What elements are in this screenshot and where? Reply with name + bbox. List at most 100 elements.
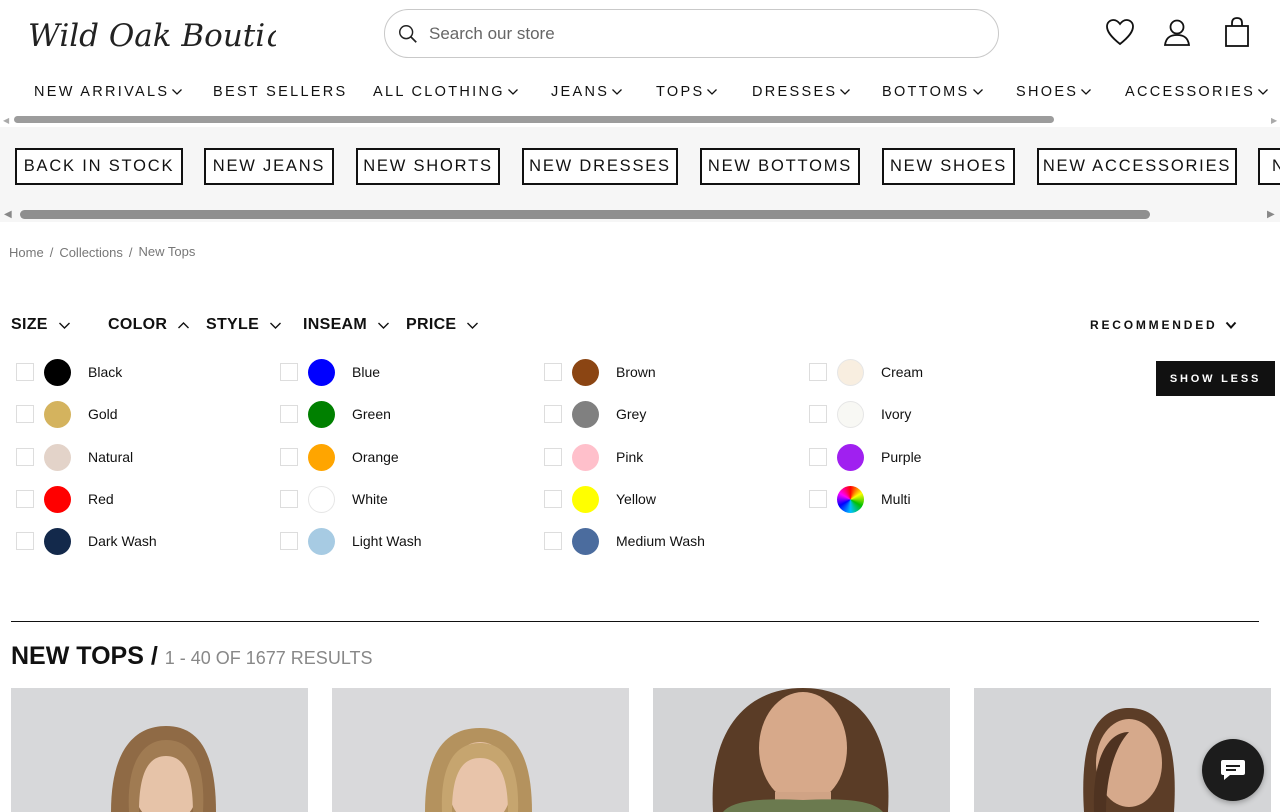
color-swatch[interactable] — [837, 485, 864, 513]
nav-dresses[interactable]: DRESSES — [752, 84, 851, 100]
checkbox[interactable] — [809, 490, 827, 508]
scroll-right-icon[interactable]: ▶ — [1267, 209, 1275, 220]
product-card[interactable] — [653, 688, 950, 812]
product-card[interactable] — [332, 688, 629, 812]
nav-jeans[interactable]: JEANS — [551, 84, 623, 100]
pill-new-jeans[interactable]: NEW JEANS — [204, 148, 334, 185]
color-swatch[interactable] — [308, 358, 335, 386]
color-option-purple[interactable]: Purple — [809, 443, 921, 471]
filter-inseam[interactable]: INSEAM — [303, 316, 390, 334]
nav-accessories[interactable]: ACCESSORIES — [1125, 84, 1269, 100]
color-option-medium-wash[interactable]: Medium Wash — [544, 527, 705, 555]
checkbox[interactable] — [16, 448, 34, 466]
color-swatch[interactable] — [308, 485, 335, 513]
pill-new-shoes[interactable]: NEW SHOES — [882, 148, 1015, 185]
color-option-light-wash[interactable]: Light Wash — [280, 527, 422, 555]
checkbox[interactable] — [280, 490, 298, 508]
checkbox[interactable] — [544, 490, 562, 508]
checkbox[interactable] — [809, 405, 827, 423]
scrollbar-thumb[interactable] — [14, 116, 1054, 123]
nav-best-sellers[interactable]: BEST SELLERS — [213, 84, 348, 100]
product-image[interactable] — [653, 688, 950, 812]
search-bar[interactable] — [384, 9, 999, 58]
color-option-orange[interactable]: Orange — [280, 443, 399, 471]
cart-button[interactable] — [1221, 14, 1253, 50]
search-input[interactable] — [429, 23, 949, 44]
color-swatch[interactable] — [837, 400, 864, 428]
store-logo[interactable]: Wild Oak Boutique — [26, 4, 323, 64]
scrollbar-thumb[interactable] — [20, 210, 1150, 219]
nav-tops[interactable]: TOPS — [656, 84, 718, 100]
checkbox[interactable] — [280, 448, 298, 466]
nav-shoes[interactable]: SHOES — [1016, 84, 1092, 100]
nav-new-arrivals[interactable]: NEW ARRIVALS — [34, 84, 183, 100]
checkbox[interactable] — [544, 405, 562, 423]
pills-scrollbar[interactable]: ◀ ▶ — [0, 207, 1280, 221]
color-option-red[interactable]: Red — [16, 485, 114, 513]
checkbox[interactable] — [544, 532, 562, 550]
filter-size[interactable]: SIZE — [11, 316, 71, 334]
checkbox[interactable] — [16, 405, 34, 423]
checkbox[interactable] — [280, 405, 298, 423]
color-option-multi[interactable]: Multi — [809, 485, 911, 513]
nav-bottoms[interactable]: BOTTOMS — [882, 84, 984, 100]
checkbox[interactable] — [16, 363, 34, 381]
color-option-gold[interactable]: Gold — [16, 400, 118, 428]
color-option-ivory[interactable]: Ivory — [809, 400, 911, 428]
scroll-right-icon[interactable]: ▶ — [1271, 116, 1277, 125]
color-swatch[interactable] — [44, 358, 71, 386]
color-swatch[interactable] — [837, 443, 864, 471]
breadcrumb-home[interactable]: Home — [9, 245, 44, 260]
product-card[interactable] — [11, 688, 308, 812]
color-swatch[interactable] — [44, 527, 71, 555]
nav-scrollbar[interactable]: ◀ ▶ — [0, 113, 1280, 127]
scroll-left-icon[interactable]: ◀ — [4, 209, 12, 220]
pill-new-shorts[interactable]: NEW SHORTS — [356, 148, 500, 185]
color-option-pink[interactable]: Pink — [544, 443, 643, 471]
checkbox[interactable] — [280, 363, 298, 381]
color-option-natural[interactable]: Natural — [16, 443, 133, 471]
checkbox[interactable] — [280, 532, 298, 550]
color-option-black[interactable]: Black — [16, 358, 122, 386]
checkbox[interactable] — [809, 448, 827, 466]
color-swatch[interactable] — [308, 400, 335, 428]
nav-all-clothing[interactable]: ALL CLOTHING — [373, 84, 519, 100]
pill-next[interactable]: N — [1258, 148, 1280, 185]
color-option-dark-wash[interactable]: Dark Wash — [16, 527, 157, 555]
color-option-blue[interactable]: Blue — [280, 358, 380, 386]
pill-back-in-stock[interactable]: BACK IN STOCK — [15, 148, 183, 185]
checkbox[interactable] — [809, 363, 827, 381]
color-swatch[interactable] — [572, 443, 599, 471]
checkbox[interactable] — [544, 448, 562, 466]
color-option-green[interactable]: Green — [280, 400, 391, 428]
pill-new-accessories[interactable]: NEW ACCESSORIES — [1037, 148, 1237, 185]
color-swatch[interactable] — [572, 358, 599, 386]
color-swatch[interactable] — [572, 527, 599, 555]
color-swatch[interactable] — [44, 485, 71, 513]
color-swatch[interactable] — [44, 400, 71, 428]
checkbox[interactable] — [16, 532, 34, 550]
color-option-grey[interactable]: Grey — [544, 400, 646, 428]
product-image[interactable] — [332, 688, 629, 812]
show-less-button[interactable]: SHOW LESS — [1156, 361, 1275, 396]
color-swatch[interactable] — [572, 485, 599, 513]
breadcrumb-collections[interactable]: Collections — [59, 245, 123, 260]
checkbox[interactable] — [544, 363, 562, 381]
scroll-left-icon[interactable]: ◀ — [3, 116, 9, 125]
color-option-white[interactable]: White — [280, 485, 388, 513]
pill-new-dresses[interactable]: NEW DRESSES — [522, 148, 678, 185]
color-swatch[interactable] — [308, 443, 335, 471]
pill-new-bottoms[interactable]: NEW BOTTOMS — [700, 148, 860, 185]
filter-style[interactable]: STYLE — [206, 316, 282, 334]
filter-price[interactable]: PRICE — [406, 316, 479, 334]
checkbox[interactable] — [16, 490, 34, 508]
color-swatch[interactable] — [837, 358, 864, 386]
product-image[interactable] — [11, 688, 308, 812]
sort-dropdown[interactable]: RECOMMENDED — [1090, 318, 1237, 332]
account-button[interactable] — [1161, 14, 1193, 50]
chat-button[interactable] — [1202, 739, 1264, 801]
color-swatch[interactable] — [44, 443, 71, 471]
filter-color[interactable]: COLOR — [108, 316, 190, 334]
color-option-yellow[interactable]: Yellow — [544, 485, 656, 513]
color-option-brown[interactable]: Brown — [544, 358, 656, 386]
